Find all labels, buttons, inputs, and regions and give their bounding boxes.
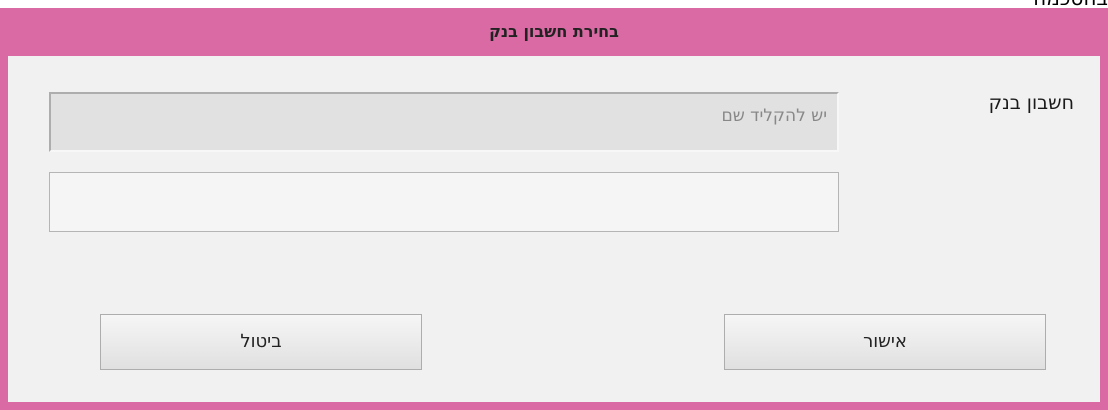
cancel-button[interactable]: ביטול [100,314,422,370]
bank-account-label: חשבון בנק [988,92,1074,114]
dialog-title: בחירת חשבון בנק [489,22,619,41]
ok-button[interactable]: אישור [724,314,1046,370]
bank-account-dialog: בחירת חשבון בנק חשבון בנק יש להקליד שם ב… [0,8,1108,410]
dialog-body: חשבון בנק יש להקליד שם ביטול אישור [8,56,1100,402]
bank-account-details-field[interactable] [49,172,839,232]
bank-account-name-input[interactable]: יש להקליד שם [49,92,839,152]
